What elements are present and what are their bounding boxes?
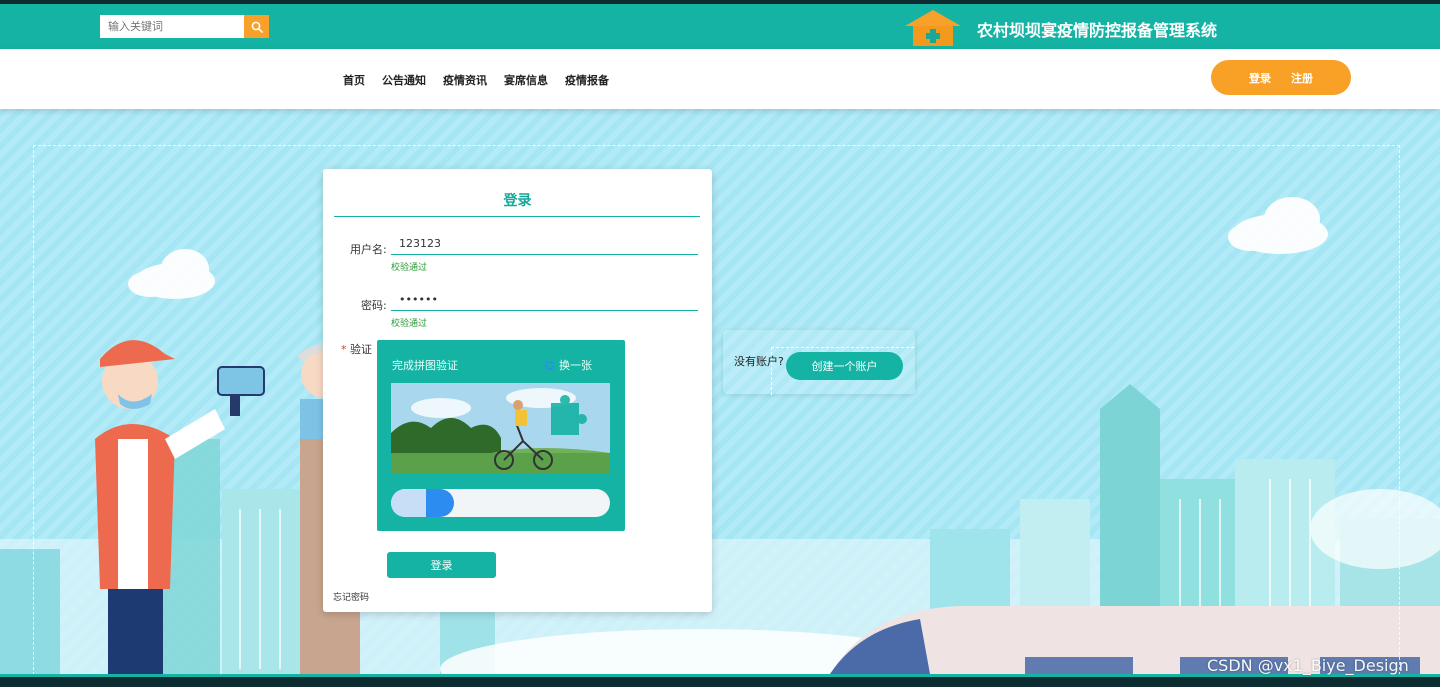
login-register-button[interactable]: 登录 注册 bbox=[1211, 60, 1351, 95]
csdn-watermark: CSDN @vx1_Biye_Design bbox=[1207, 656, 1409, 675]
register-box: 没有账户? 创建一个账户 bbox=[723, 330, 915, 395]
search-icon bbox=[251, 21, 263, 33]
nav-register-link[interactable]: 注册 bbox=[1291, 70, 1313, 86]
nav-bar: 首页 公告通知 疫情资讯 宴席信息 疫情报备 登录 注册 bbox=[0, 49, 1440, 109]
password-label: 密码: bbox=[361, 299, 387, 312]
slider-handle[interactable] bbox=[426, 489, 454, 517]
top-bar: 农村坝坝宴疫情防控报备管理系统 bbox=[0, 0, 1440, 49]
captcha-puzzle-image bbox=[391, 383, 610, 473]
username-label: 用户名: bbox=[350, 243, 387, 256]
system-title: 农村坝坝宴疫情防控报备管理系统 bbox=[977, 21, 1218, 40]
login-title: 登录 bbox=[503, 193, 532, 209]
password-input[interactable] bbox=[391, 289, 698, 311]
puzzle-captcha: 完成拼图验证 换一张 bbox=[377, 340, 625, 531]
nav-item-epidemic-news[interactable]: 疫情资讯 bbox=[443, 72, 487, 88]
search-button[interactable] bbox=[244, 15, 269, 38]
nav-item-notices[interactable]: 公告通知 bbox=[382, 72, 426, 88]
captcha-title: 完成拼图验证 bbox=[392, 359, 458, 372]
forgot-password-link[interactable]: 忘记密码 bbox=[333, 590, 369, 603]
dashed-frame bbox=[33, 145, 1400, 674]
create-account-button[interactable]: 创建一个账户 bbox=[786, 352, 903, 380]
captcha-refresh-button[interactable]: 换一张 bbox=[544, 357, 592, 373]
bottom-bar bbox=[0, 674, 1440, 687]
title-divider bbox=[334, 216, 700, 217]
required-mark: * bbox=[341, 343, 347, 356]
captcha-refresh-label: 换一张 bbox=[559, 359, 592, 372]
nav-item-epidemic-report[interactable]: 疫情报备 bbox=[565, 72, 609, 88]
nav-login-link[interactable]: 登录 bbox=[1249, 70, 1271, 86]
login-submit-button[interactable]: 登录 bbox=[387, 552, 496, 578]
house-plus-logo bbox=[905, 10, 961, 46]
no-account-text: 没有账户? bbox=[734, 355, 784, 368]
background-scene bbox=[0, 109, 1440, 674]
search-box bbox=[100, 15, 269, 38]
verify-label-text: 验证 bbox=[350, 343, 372, 356]
refresh-icon bbox=[545, 360, 555, 370]
nav-item-home[interactable]: 首页 bbox=[343, 72, 365, 88]
search-input[interactable] bbox=[100, 15, 244, 38]
main-nav: 首页 公告通知 疫情资讯 宴席信息 疫情报备 bbox=[343, 72, 609, 88]
password-hint: 校验通过 bbox=[391, 319, 428, 329]
username-input[interactable] bbox=[391, 233, 698, 255]
login-card: 登录 用户名: 校验通过 密码: 校验通过 * 验证 完成拼图验证 换一张 bbox=[323, 169, 712, 612]
nav-item-banquet-info[interactable]: 宴席信息 bbox=[504, 72, 548, 88]
verify-label: * 验证 bbox=[341, 341, 372, 357]
captcha-slider-track[interactable] bbox=[391, 489, 610, 517]
username-hint: 校验通过 bbox=[391, 263, 428, 273]
